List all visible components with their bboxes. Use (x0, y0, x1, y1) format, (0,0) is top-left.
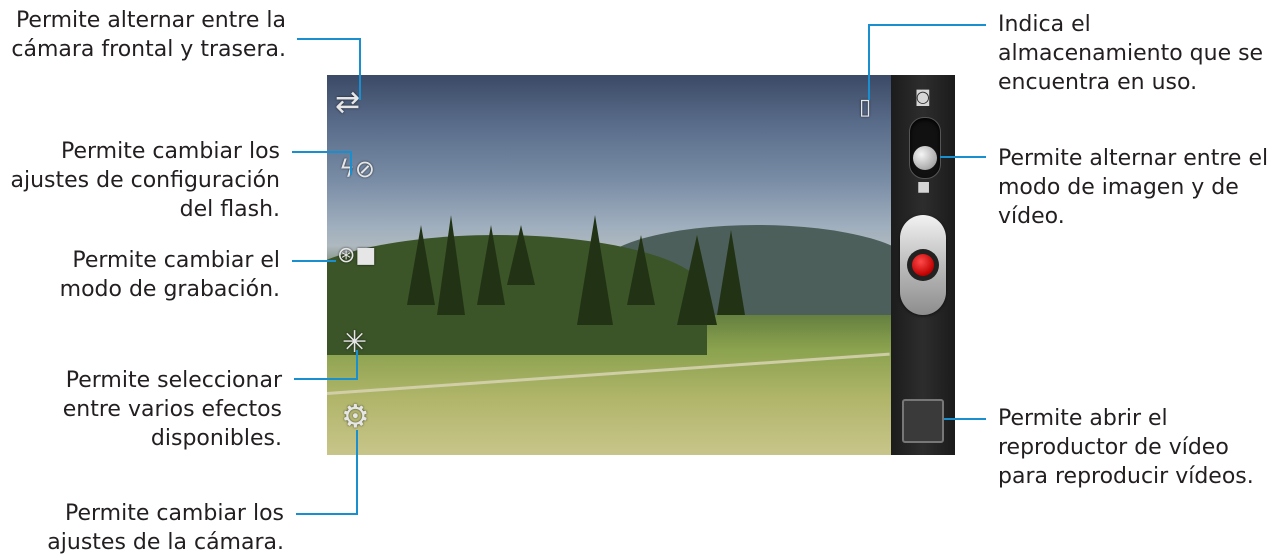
video-player-thumbnail[interactable] (902, 399, 944, 443)
camera-viewfinder[interactable]: ⇄ ϟ⊘ ⊛■ ✳ ⚙ ▯ (327, 75, 891, 455)
callout-recording-mode-text: Permite cambiar el modo de grabación. (59, 248, 280, 302)
effects-icon[interactable]: ✳ (342, 325, 367, 360)
camera-control-bar: ◙ ■ (891, 75, 955, 455)
callout-effects-text: Permite seleccionar entre varios efectos… (62, 368, 282, 451)
leader-line-switch-camera (359, 38, 361, 100)
callout-mode-toggle: Permite alternar entre el modo de imagen… (998, 144, 1268, 231)
record-dot (907, 249, 939, 281)
tree (717, 230, 745, 315)
callout-storage: Indica el almacenamiento que se encuentr… (998, 10, 1263, 97)
leader-line-effects (294, 378, 358, 380)
camera-video-mode-toggle[interactable] (909, 117, 941, 179)
callout-flash-text: Permite cambiar los ajustes de configura… (10, 139, 280, 222)
tree (677, 235, 717, 325)
callout-mode-toggle-text: Permite alternar entre el modo de imagen… (998, 146, 1269, 229)
switch-camera-icon[interactable]: ⇄ (335, 85, 360, 120)
callout-storage-text: Indica el almacenamiento que se encuentr… (998, 12, 1264, 95)
leader-line-recording-mode (292, 260, 336, 262)
callout-video-player: Permite abrir el reproductor de vídeo pa… (998, 404, 1254, 491)
callout-recording-mode: Permite cambiar el modo de grabación. (60, 246, 280, 304)
callout-effects: Permite seleccionar entre varios efectos… (63, 366, 282, 453)
tree (407, 225, 435, 305)
leader-line-switch-camera (297, 38, 361, 40)
leader-line-storage (868, 24, 870, 100)
tree (627, 235, 655, 305)
leader-line-flash (292, 151, 352, 153)
video-icon: ■ (917, 179, 931, 195)
callout-settings-text: Permite cambiar los ajustes de la cámara… (47, 501, 284, 555)
leader-line-flash (350, 151, 352, 175)
flash-off-icon[interactable]: ϟ⊘ (339, 155, 375, 183)
recording-mode-icon[interactable]: ⊛■ (337, 243, 376, 268)
record-dot-red (912, 254, 934, 276)
leader-line-effects (356, 350, 358, 380)
leader-line-mode-toggle (940, 156, 986, 158)
tree (507, 225, 535, 285)
callout-flash: Permite cambiar los ajustes de configura… (10, 137, 280, 224)
callout-video-player-text: Permite abrir el reproductor de vídeo pa… (998, 406, 1254, 489)
leader-line-settings (296, 513, 358, 515)
road (327, 352, 890, 395)
tree (437, 215, 465, 315)
tree (477, 225, 505, 305)
leader-line-settings (356, 430, 358, 515)
camera-icon: ◙ (915, 87, 931, 106)
callout-settings: Permite cambiar los ajustes de la cámara… (47, 499, 284, 557)
tree (577, 215, 613, 325)
leader-line-video-player (944, 418, 986, 420)
callout-switch-camera-line1: Permite alternar entre la cámara frontal… (11, 8, 286, 62)
mode-toggle-knob[interactable] (913, 146, 937, 170)
record-button[interactable] (900, 215, 946, 315)
leader-line-storage (868, 24, 986, 26)
callout-switch-camera: Permite alternar entre la cámara frontal… (11, 6, 286, 64)
